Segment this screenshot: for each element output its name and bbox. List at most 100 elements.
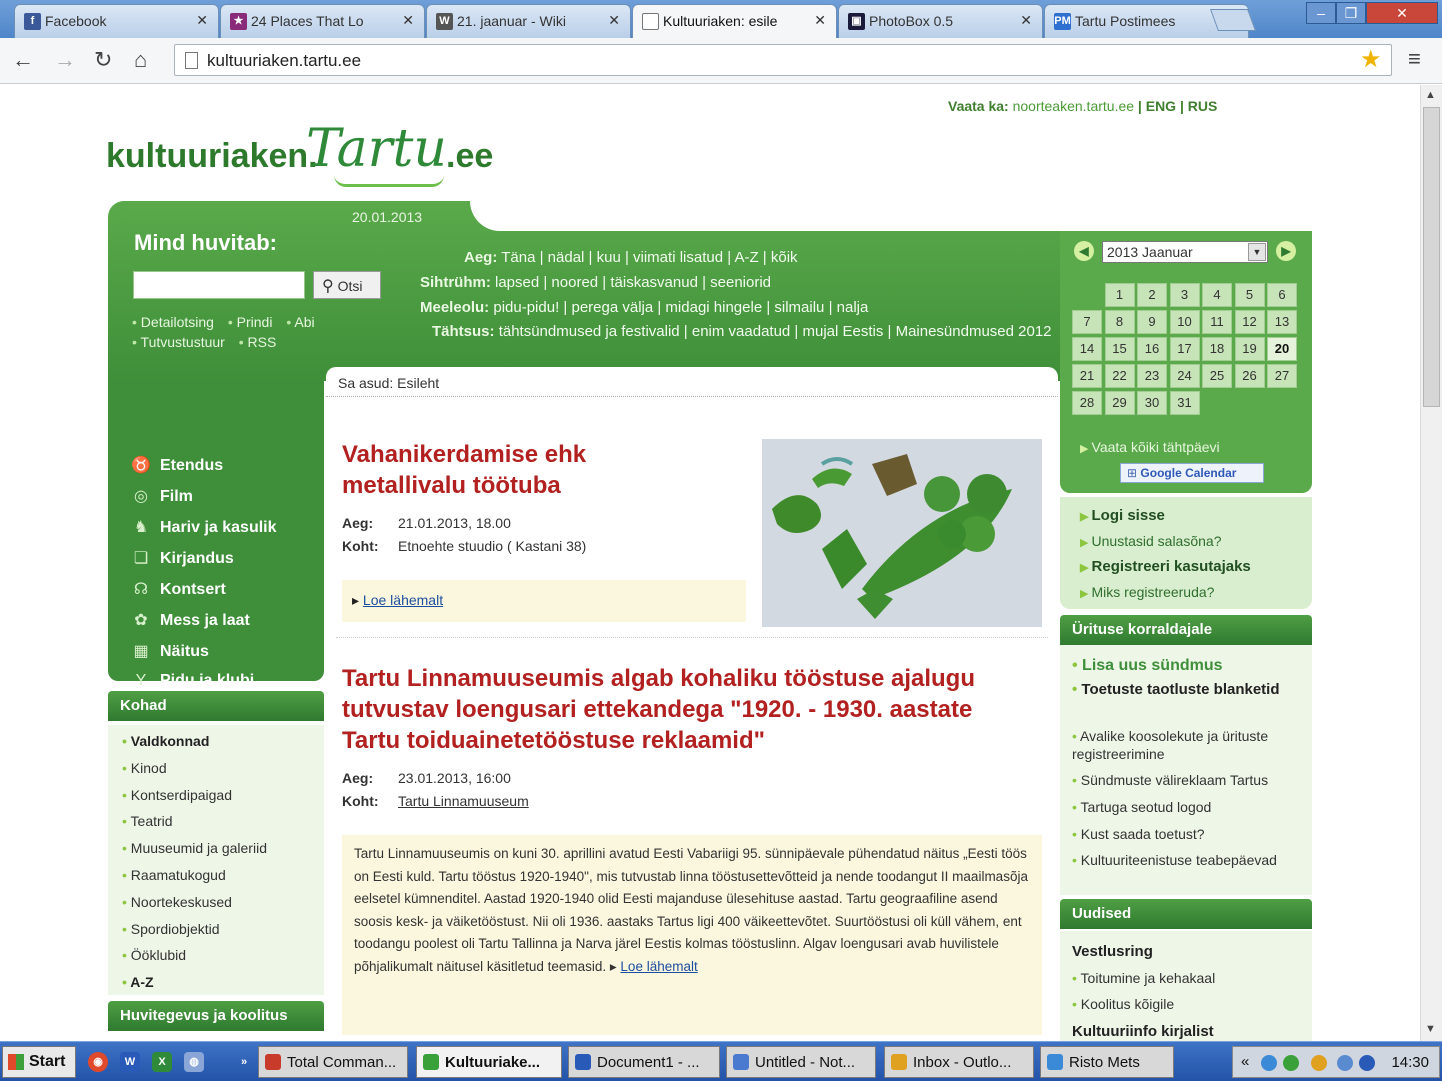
update-icon[interactable] xyxy=(1311,1055,1327,1071)
place-item[interactable]: Muuseumid ja galeriid xyxy=(122,840,267,856)
calendar-day[interactable]: 30 xyxy=(1137,391,1167,415)
search-button[interactable]: ⚲ Otsi xyxy=(313,271,381,299)
tab-close-icon[interactable]: ✕ xyxy=(1020,12,1032,29)
category-item[interactable]: ▦ Näitus xyxy=(130,641,208,661)
word-icon[interactable]: W xyxy=(120,1052,140,1072)
bookmark-star-icon[interactable]: ★ xyxy=(1360,45,1382,74)
more-quicklaunch-icon[interactable]: » xyxy=(234,1052,254,1072)
forward-arrow-icon[interactable]: → xyxy=(54,48,76,72)
organizer-link[interactable]: Tartuga seotud logod xyxy=(1072,798,1304,816)
organizer-link[interactable]: Avalike koosolekute ja ürituste registre… xyxy=(1072,727,1304,763)
organizer-link[interactable]: Toetuste taotluste blanketid xyxy=(1072,681,1304,699)
volume-icon[interactable] xyxy=(1337,1055,1353,1071)
chrome-icon[interactable]: ◉ xyxy=(88,1052,108,1072)
browser-tab[interactable]: Kultuuriaken: esile ✕ xyxy=(632,4,837,38)
scroll-thumb[interactable] xyxy=(1423,107,1440,407)
news-item[interactable]: Kultuuriinfo kirjalist xyxy=(1072,1023,1214,1040)
category-item[interactable]: Y Pidu ja klubi xyxy=(130,672,255,690)
quick-link[interactable]: Prindi xyxy=(228,314,273,330)
login-link[interactable]: Unustasid salasõna? xyxy=(1080,533,1222,549)
calendar-day[interactable]: 20 xyxy=(1267,337,1297,361)
calendar-day[interactable]: 22 xyxy=(1104,364,1135,388)
lang-rus-link[interactable]: RUS xyxy=(1188,98,1218,114)
bluetooth-icon[interactable] xyxy=(1359,1055,1375,1071)
page-scrollbar[interactable]: ▲ ▼ xyxy=(1420,85,1442,1041)
tab-close-icon[interactable]: ✕ xyxy=(814,12,826,29)
calendar-day[interactable]: 28 xyxy=(1072,391,1102,415)
category-item[interactable]: ✿ Mess ja laat xyxy=(130,610,250,630)
close-window-button[interactable]: ✕ xyxy=(1366,2,1438,24)
scroll-up-icon[interactable]: ▲ xyxy=(1425,89,1436,101)
calendar-day[interactable]: 26 xyxy=(1234,364,1265,388)
calendar-day[interactable]: 17 xyxy=(1169,337,1200,361)
calendar-day[interactable]: 27 xyxy=(1267,364,1297,388)
calendar-day[interactable]: 23 xyxy=(1137,364,1167,388)
browser-tab[interactable]: W 21. jaanuar - Wiki ✕ xyxy=(426,4,631,38)
lang-eng-link[interactable]: ENG xyxy=(1146,98,1176,114)
calendar-day[interactable]: 16 xyxy=(1137,337,1167,361)
month-select[interactable]: 2013 Jaanuar ▼ xyxy=(1102,241,1268,263)
tab-close-icon[interactable]: ✕ xyxy=(196,12,208,29)
article-photo[interactable] xyxy=(762,439,1042,627)
news-item[interactable]: Vestlusring xyxy=(1072,943,1153,960)
calendar-day[interactable]: 29 xyxy=(1104,391,1135,415)
all-dates-link[interactable]: Vaata kõiki tähtpäevi xyxy=(1080,439,1220,455)
organizer-link[interactable]: Sündmuste välireklaam Tartus xyxy=(1072,771,1304,789)
taskbar-task[interactable]: Total Comman... xyxy=(258,1046,408,1078)
filter-values[interactable]: lapsed | noored | täiskasvanud | seenior… xyxy=(495,274,771,291)
calendar-day[interactable]: 31 xyxy=(1169,391,1200,415)
browser-tab[interactable]: ★ 24 Places That Lo ✕ xyxy=(220,4,425,38)
read-more-link[interactable]: Loe lähemalt xyxy=(620,959,697,974)
category-item[interactable]: ❏ Kirjandus xyxy=(130,548,234,568)
hobby-heading[interactable]: Huvitegevus ja koolitus xyxy=(108,1001,324,1031)
login-link[interactable]: Registreeri kasutajaks xyxy=(1080,558,1251,575)
calendar-day[interactable]: 9 xyxy=(1137,310,1167,334)
calendar-day[interactable]: 5 xyxy=(1234,283,1265,307)
place-item[interactable]: Ööklubid xyxy=(122,947,186,963)
network-icon[interactable] xyxy=(1261,1055,1277,1071)
calendar-day[interactable]: 8 xyxy=(1104,310,1135,334)
explorer-icon[interactable]: ◍ xyxy=(184,1052,204,1072)
back-arrow-icon[interactable]: ← xyxy=(12,48,34,72)
scroll-down-icon[interactable]: ▼ xyxy=(1425,1023,1436,1035)
calendar-day[interactable]: 24 xyxy=(1169,364,1200,388)
calendar-day[interactable]: 18 xyxy=(1202,337,1232,361)
address-bar[interactable]: kultuuriaken.tartu.ee xyxy=(174,44,1392,76)
calendar-day[interactable]: 21 xyxy=(1072,364,1102,388)
calendar-day[interactable]: 1 xyxy=(1104,283,1135,307)
category-item[interactable]: ♞ Hariv ja kasulik xyxy=(130,517,277,537)
place-item[interactable]: Raamatukogud xyxy=(122,867,226,883)
organizer-link[interactable]: Kultuuriteenistuse teabepäevad xyxy=(1072,851,1304,869)
organizer-link[interactable]: Lisa uus sündmus xyxy=(1072,657,1304,675)
filter-values[interactable]: tähtsündmused ja festivalid | enim vaada… xyxy=(499,323,1052,340)
place-item[interactable]: Teatrid xyxy=(122,813,173,829)
calendar-day[interactable]: 25 xyxy=(1202,364,1232,388)
article-title[interactable]: Tartu Linnamuuseumis algab kohaliku töös… xyxy=(342,663,1032,756)
clock[interactable]: 14:30 xyxy=(1391,1054,1429,1071)
calendar-day[interactable]: 13 xyxy=(1267,310,1297,334)
quick-link[interactable]: Tutvustustuur xyxy=(132,334,225,350)
organizer-link[interactable]: Kust saada toetust? xyxy=(1072,825,1304,843)
calendar-day[interactable]: 4 xyxy=(1202,283,1232,307)
start-button[interactable]: Start xyxy=(2,1046,76,1078)
reload-icon[interactable]: ↻ xyxy=(94,48,112,72)
login-link[interactable]: Miks registreeruda? xyxy=(1080,584,1215,600)
filter-values[interactable]: Täna | nädal | kuu | viimati lisatud | A… xyxy=(501,249,797,266)
quick-link[interactable]: Detailotsing xyxy=(132,314,214,330)
calendar-day[interactable]: 10 xyxy=(1169,310,1200,334)
news-item[interactable]: Koolitus kõigile xyxy=(1072,996,1174,1012)
excel-icon[interactable]: X xyxy=(152,1052,172,1072)
taskbar-task[interactable]: Risto Mets xyxy=(1040,1046,1174,1078)
place-item[interactable]: Spordiobjektid xyxy=(122,921,220,937)
category-item[interactable]: ♉ Etendus xyxy=(130,455,223,475)
maximize-button[interactable]: ❐ xyxy=(1336,2,1366,24)
browser-tab[interactable]: f Facebook ✕ xyxy=(14,4,219,38)
quick-link[interactable]: Abi xyxy=(286,314,314,330)
new-tab-button[interactable] xyxy=(1209,9,1257,31)
calendar-day[interactable]: 14 xyxy=(1072,337,1102,361)
tray-expand-icon[interactable]: « xyxy=(1241,1053,1249,1070)
login-link[interactable]: Logi sisse xyxy=(1080,507,1165,524)
calendar-day[interactable]: 15 xyxy=(1104,337,1135,361)
taskbar-task[interactable]: Document1 - ... xyxy=(568,1046,720,1078)
place-link[interactable]: Tartu Linnamuuseum xyxy=(398,793,529,809)
